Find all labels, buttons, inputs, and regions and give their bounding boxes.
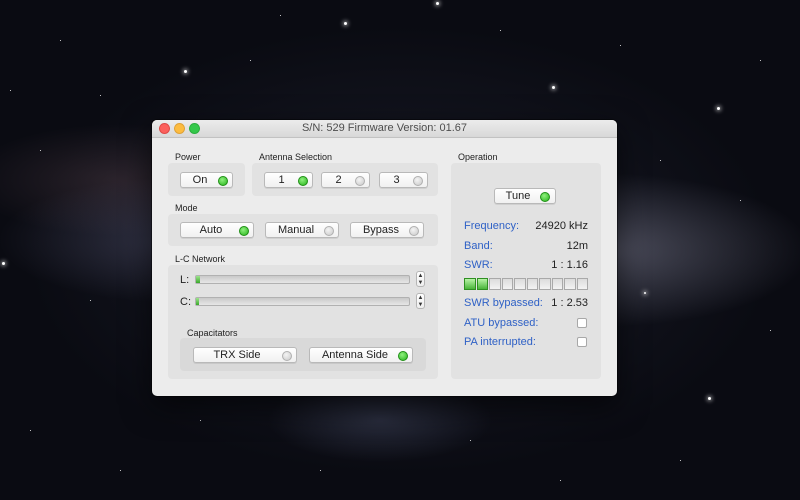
capacitor-stepper[interactable]: ▲ ▼ — [416, 293, 425, 309]
pa-interrupted-checkbox[interactable] — [577, 337, 587, 347]
capacitor-level-bar — [195, 297, 410, 306]
swr-meter-segment — [514, 278, 526, 290]
antenna-3-label: 3 — [393, 174, 400, 186]
mode-bypass-button[interactable]: Bypass — [350, 222, 424, 238]
mode-manual-button[interactable]: Manual — [265, 222, 339, 238]
mode-section-label: Mode — [175, 203, 198, 213]
capacitor-down-icon[interactable]: ▼ — [417, 302, 424, 308]
mode-auto-button[interactable]: Auto — [180, 222, 254, 238]
antenna-2-button[interactable]: 2 — [321, 172, 370, 188]
mode-manual-label: Manual — [277, 224, 315, 236]
antenna-1-label: 1 — [278, 174, 285, 186]
inductor-stepper[interactable]: ▲ ▼ — [416, 271, 425, 287]
inductor-label: L: — [180, 274, 190, 286]
mode-auto-label: Auto — [199, 224, 223, 236]
antenna-3-button[interactable]: 3 — [379, 172, 428, 188]
antenna-2-led-icon — [355, 176, 365, 186]
antenna-3-led-icon — [413, 176, 423, 186]
trx-side-label: TRX Side — [213, 349, 261, 361]
tune-led-icon — [540, 192, 550, 202]
swr-meter-segment — [551, 278, 563, 290]
tune-button[interactable]: Tune — [494, 188, 556, 204]
swr-meter-segment — [464, 278, 476, 290]
swr-meter-segment — [476, 278, 488, 290]
swr-meter-segment — [564, 278, 576, 290]
frequency-label: Frequency: — [464, 220, 520, 232]
swr-label: SWR: — [464, 259, 493, 271]
atu-bypassed-checkbox[interactable] — [577, 318, 587, 328]
tuner-window: S/N: 529 Firmware Version: 01.67 Power O… — [152, 120, 617, 396]
antenna-2-label: 2 — [335, 174, 342, 186]
swr-meter-segment — [526, 278, 538, 290]
title-bar[interactable]: S/N: 529 Firmware Version: 01.67 — [152, 120, 617, 138]
mode-auto-led-icon — [239, 226, 249, 236]
mode-bypass-label: Bypass — [362, 224, 400, 236]
antenna-side-button[interactable]: Antenna Side — [309, 347, 413, 363]
antenna-section-label: Antenna Selection — [259, 152, 333, 162]
pa-interrupted-label: PA interrupted: — [464, 336, 536, 348]
mode-manual-led-icon — [324, 226, 334, 236]
capacitor-level-fill — [196, 298, 199, 305]
band-label: Band: — [464, 240, 493, 252]
operation-section-label: Operation — [458, 152, 498, 162]
power-on-label: On — [192, 174, 208, 186]
capacitators-label: Capacitators — [187, 328, 238, 338]
inductor-level-fill — [196, 276, 201, 283]
swr-bypassed-value: 1 : 2.53 — [551, 297, 588, 309]
power-led-icon — [218, 176, 228, 186]
antenna-1-button[interactable]: 1 — [264, 172, 313, 188]
tune-label: Tune — [505, 190, 531, 202]
antenna-side-led-icon — [398, 351, 408, 361]
swr-meter-segment — [489, 278, 501, 290]
antenna-1-led-icon — [298, 176, 308, 186]
band-value: 12m — [566, 240, 588, 252]
inductor-level-bar — [195, 275, 410, 284]
atu-bypassed-label: ATU bypassed: — [464, 317, 539, 329]
inductor-down-icon[interactable]: ▼ — [417, 280, 424, 286]
inductor-up-icon[interactable]: ▲ — [417, 273, 424, 279]
capacitor-up-icon[interactable]: ▲ — [417, 295, 424, 301]
swr-bypassed-label: SWR bypassed: — [464, 297, 543, 309]
trx-side-led-icon — [282, 351, 292, 361]
swr-meter-segment — [576, 278, 588, 290]
swr-value: 1 : 1.16 — [551, 259, 588, 271]
swr-meter — [464, 278, 588, 290]
power-section-label: Power — [175, 152, 201, 162]
capacitor-label: C: — [180, 296, 191, 308]
antenna-side-label: Antenna Side — [321, 349, 389, 361]
power-on-button[interactable]: On — [180, 172, 233, 188]
swr-meter-segment — [539, 278, 551, 290]
swr-meter-segment — [501, 278, 513, 290]
mode-bypass-led-icon — [409, 226, 419, 236]
trx-side-button[interactable]: TRX Side — [193, 347, 297, 363]
window-title: S/N: 529 Firmware Version: 01.67 — [301, 122, 468, 134]
frequency-value: 24920 kHz — [535, 220, 588, 232]
lc-network-section-label: L-C Network — [175, 254, 226, 264]
